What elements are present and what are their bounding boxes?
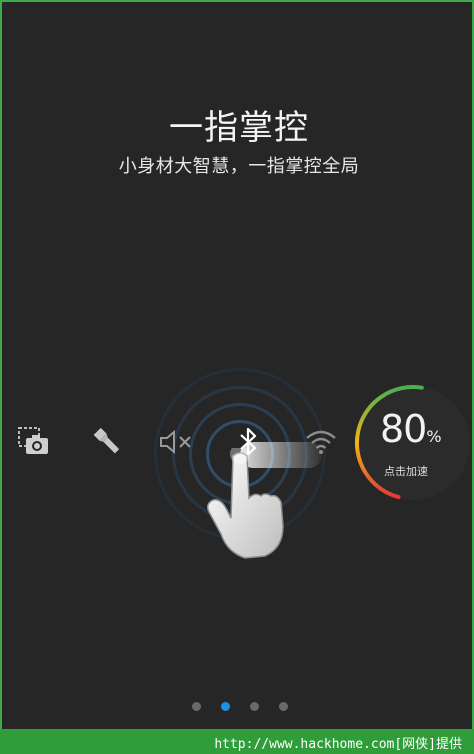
watermark-text: http://www.hackhome.com[网侠]提供 xyxy=(214,737,462,752)
speedup-label: 点击加速 xyxy=(384,465,428,478)
screenshot-icon[interactable] xyxy=(18,427,50,457)
speedup-percent: 80% xyxy=(380,407,442,451)
app-screen: 一指掌控 小身材大智慧，一指掌控全局 80% 点击加速 xyxy=(0,0,474,754)
watermark-bar: http://www.hackhome.com[网侠]提供 xyxy=(0,729,474,754)
flashlight-icon[interactable] xyxy=(89,427,121,457)
speedup-percent-value: 80 xyxy=(380,407,427,451)
hand-pointer-icon xyxy=(203,448,287,560)
page-dot[interactable] xyxy=(250,702,259,711)
page-dot[interactable] xyxy=(192,702,201,711)
page-indicator xyxy=(192,700,292,714)
page-dot[interactable] xyxy=(221,702,230,711)
page-dot[interactable] xyxy=(279,702,288,711)
page-title: 一指掌控 xyxy=(169,108,309,148)
mute-icon[interactable] xyxy=(158,427,198,457)
wifi-icon[interactable] xyxy=(304,426,338,456)
speedup-button[interactable]: 80% 点击加速 xyxy=(350,384,474,502)
page-subtitle: 小身材大智慧，一指掌控全局 xyxy=(118,156,360,177)
speedup-percent-sign: % xyxy=(426,427,442,446)
